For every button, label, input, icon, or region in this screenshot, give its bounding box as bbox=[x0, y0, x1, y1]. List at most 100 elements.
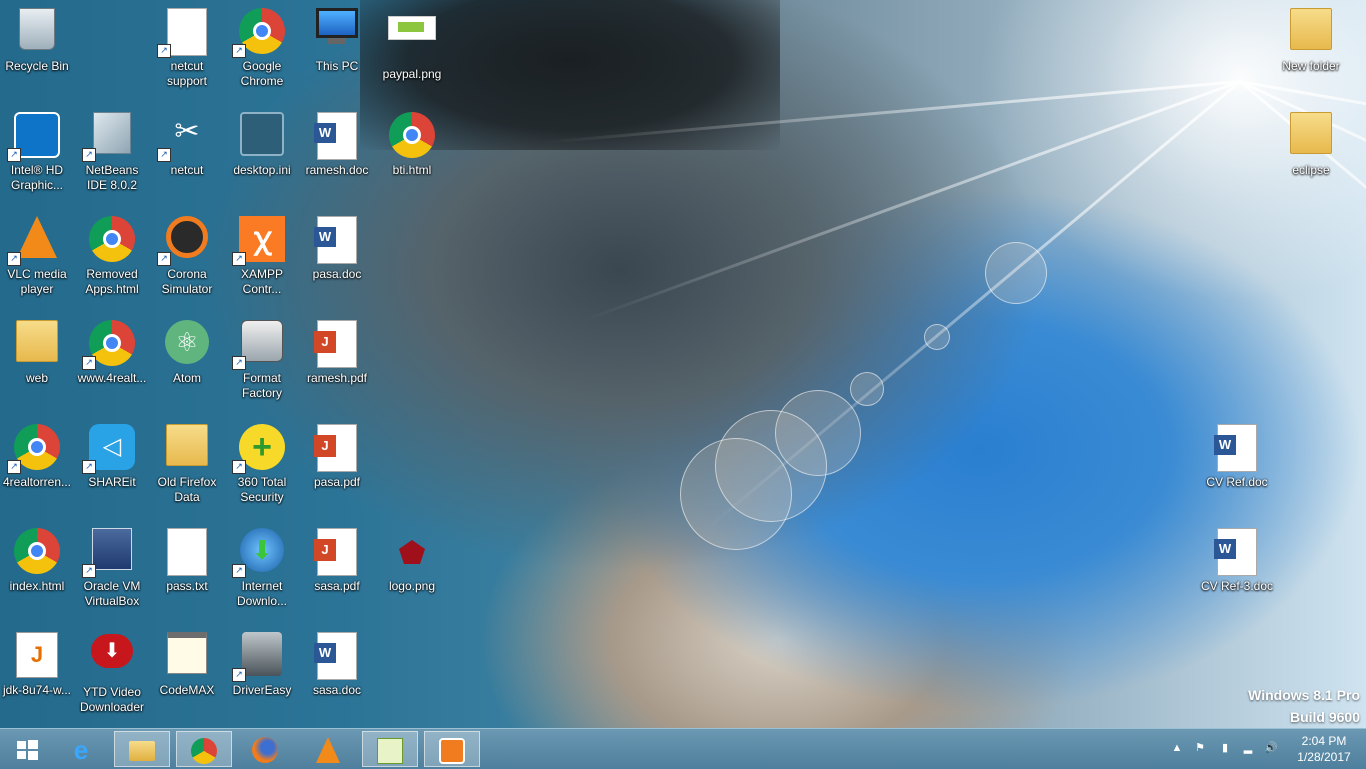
taskbar-google-chrome[interactable] bbox=[176, 731, 232, 767]
desktop-icon-pasa-doc[interactable]: W pasa.doc bbox=[300, 210, 374, 310]
desktop-icon-4realtorrents[interactable]: ↗ 4realtorren... bbox=[0, 418, 74, 518]
desktop-icon-logo-png[interactable]: logo.png bbox=[375, 522, 449, 622]
show-hidden-icons-chevron-icon[interactable]: ▲ bbox=[1170, 741, 1184, 755]
volume-icon[interactable]: 🔊 bbox=[1264, 741, 1278, 755]
desktop-icon-format-factory[interactable]: ↗ Format Factory bbox=[225, 314, 299, 414]
taskbar-clock[interactable]: 2:04 PM 1/28/2017 bbox=[1288, 733, 1360, 765]
text-file-icon bbox=[163, 528, 211, 576]
battery-icon[interactable]: ▮ bbox=[1218, 741, 1232, 755]
desktop-icon-bti-html[interactable]: bti.html bbox=[375, 106, 449, 206]
desktop-icon-index-html[interactable]: index.html bbox=[0, 522, 74, 622]
icon-label: 4realtorren... bbox=[2, 475, 72, 489]
windows-start-icon bbox=[17, 740, 38, 760]
desktop-icon-drivereasy[interactable]: ↗ DriverEasy bbox=[225, 626, 299, 726]
desktop-icon-ramesh-doc[interactable]: W ramesh.doc bbox=[300, 106, 374, 206]
recycle-bin-icon bbox=[13, 8, 61, 56]
firefox-icon bbox=[252, 737, 278, 763]
start-button[interactable] bbox=[0, 731, 56, 767]
desktop-icon-intel-graphics[interactable]: ↗ Intel® HD Graphic... bbox=[0, 106, 74, 206]
network-signal-icon[interactable]: ▂ bbox=[1241, 741, 1255, 755]
taskbar-firefox[interactable] bbox=[238, 731, 294, 767]
shortcut-arrow-icon: ↗ bbox=[232, 668, 246, 682]
taskbar-internet-explorer[interactable]: e bbox=[54, 731, 110, 767]
desktop-icon-this-pc[interactable]: This PC bbox=[300, 2, 374, 102]
icon-label: jdk-8u74-w... bbox=[2, 683, 72, 697]
icon-label: pasa.pdf bbox=[313, 475, 361, 489]
desktop-icon-desktop-ini[interactable]: desktop.ini bbox=[225, 106, 299, 206]
desktop-icon-jdk[interactable]: J jdk-8u74-w... bbox=[0, 626, 74, 726]
desktop-icon-360-security[interactable]: + ↗ 360 Total Security bbox=[225, 418, 299, 518]
desktop-icon-cv-ref-doc[interactable]: W CV Ref.doc bbox=[1200, 418, 1274, 518]
clock-date: 1/28/2017 bbox=[1297, 750, 1351, 764]
taskbar: e ▲ ⚑ ▮ ▂ 🔊 2:04 PM 1/28/2017 bbox=[0, 728, 1366, 769]
desktop-icon-codemax[interactable]: CodeMAX bbox=[150, 626, 224, 726]
icon-label: VLC media player bbox=[7, 267, 67, 296]
chrome-icon: ↗ bbox=[7, 424, 61, 474]
pdf-icon: J bbox=[313, 528, 361, 576]
shortcut-arrow-icon: ↗ bbox=[232, 460, 246, 474]
desktop-icon-paypal-png[interactable]: paypal.png bbox=[375, 2, 449, 102]
desktop-icon-ramesh-pdf[interactable]: J ramesh.pdf bbox=[300, 314, 374, 414]
desktop-icon-cv-ref-3-doc[interactable]: W CV Ref-3.doc bbox=[1200, 522, 1274, 622]
chrome-icon bbox=[88, 216, 136, 264]
ytd-icon: ⬇ bbox=[88, 634, 136, 682]
folder-icon bbox=[13, 320, 61, 368]
icon-label: logo.png bbox=[388, 579, 436, 593]
taskbar-file-explorer[interactable] bbox=[114, 731, 170, 767]
bokeh-circle bbox=[680, 438, 792, 550]
desktop-icon-atom[interactable]: ⚛ Atom bbox=[150, 314, 224, 414]
vlc-icon bbox=[316, 737, 340, 763]
shortcut-arrow-icon: ↗ bbox=[232, 44, 246, 58]
icon-label: YTD Video Downloader bbox=[79, 685, 145, 714]
desktop-icon-old-firefox-data[interactable]: Old Firefox Data bbox=[150, 418, 224, 518]
icon-label: Intel® HD Graphic... bbox=[10, 163, 64, 192]
desktop-icon-sasa-doc[interactable]: W sasa.doc bbox=[300, 626, 374, 726]
windows-watermark: Windows 8.1 Pro Build 9600 bbox=[1248, 684, 1360, 728]
corona-icon: ↗ bbox=[157, 216, 211, 266]
desktop-icon-virtualbox[interactable]: ↗ Oracle VM VirtualBox bbox=[75, 522, 149, 622]
desktop-icon-netcut[interactable]: ✂ ↗ netcut bbox=[150, 106, 224, 206]
desktop-icon-pass-txt[interactable]: pass.txt bbox=[150, 522, 224, 622]
desktop-icon-shareit[interactable]: ◁ ↗ SHAREit bbox=[75, 418, 149, 518]
desktop-icon-google-chrome[interactable]: ↗ Google Chrome bbox=[225, 2, 299, 102]
desktop-icon-vlc[interactable]: ↗ VLC media player bbox=[0, 210, 74, 310]
desktop-icon-4realt[interactable]: ↗ www.4realt... bbox=[75, 314, 149, 414]
icon-label: DriverEasy bbox=[232, 683, 292, 697]
word-doc-icon: W bbox=[313, 632, 361, 680]
word-doc-icon: W bbox=[313, 112, 361, 160]
action-center-flag-icon[interactable]: ⚑ bbox=[1193, 741, 1207, 755]
desktop-icon-xampp[interactable]: ꭓ ↗ XAMPP Contr... bbox=[225, 210, 299, 310]
shortcut-arrow-icon: ↗ bbox=[82, 564, 96, 578]
desktop-icon-netbeans[interactable]: ↗ NetBeans IDE 8.0.2 bbox=[75, 106, 149, 206]
icon-label: netcut support bbox=[166, 59, 208, 88]
pentagon-image-icon bbox=[388, 528, 436, 576]
desktop-icon-idm[interactable]: ⬇ ↗ Internet Downlo... bbox=[225, 522, 299, 622]
shortcut-arrow-icon: ↗ bbox=[157, 252, 171, 266]
desktop-icon-corona[interactable]: ↗ Corona Simulator bbox=[150, 210, 224, 310]
desktop-icon-eclipse[interactable]: eclipse bbox=[1274, 106, 1348, 206]
taskbar-vlc[interactable] bbox=[300, 731, 356, 767]
shortcut-arrow-icon: ↗ bbox=[82, 460, 96, 474]
desktop-icon-ytd[interactable]: ⬇ YTD Video Downloader bbox=[75, 626, 149, 726]
icon-label: Atom bbox=[172, 371, 201, 385]
ie-icon: e bbox=[73, 735, 89, 765]
icon-label: Old Firefox Data bbox=[157, 475, 217, 504]
desktop-icon-pasa-pdf[interactable]: J pasa.pdf bbox=[300, 418, 374, 518]
desktop-icon-web-folder[interactable]: web bbox=[0, 314, 74, 414]
security-icon: + ↗ bbox=[232, 424, 286, 474]
desktop-icon-netcut-support[interactable]: ↗ netcut support bbox=[150, 2, 224, 102]
shortcut-arrow-icon: ↗ bbox=[7, 252, 21, 266]
taskbar-media-player[interactable] bbox=[424, 731, 480, 767]
shortcut-arrow-icon: ↗ bbox=[82, 356, 96, 370]
icon-label: Format Factory bbox=[241, 371, 282, 400]
icon-label: 360 Total Security bbox=[237, 475, 287, 504]
watermark-edition: Windows 8.1 Pro bbox=[1248, 687, 1360, 703]
taskbar-notepadpp[interactable] bbox=[362, 731, 418, 767]
file-explorer-icon bbox=[129, 741, 155, 761]
desktop-icon-new-folder[interactable]: New folder bbox=[1274, 2, 1348, 102]
folder-icon bbox=[1287, 112, 1335, 160]
desktop-icon-sasa-pdf[interactable]: J sasa.pdf bbox=[300, 522, 374, 622]
desktop-icon-recycle-bin[interactable]: Recycle Bin bbox=[0, 2, 74, 102]
icon-label: CV Ref-3.doc bbox=[1200, 579, 1274, 593]
desktop-icon-removed-apps[interactable]: Removed Apps.html bbox=[75, 210, 149, 310]
